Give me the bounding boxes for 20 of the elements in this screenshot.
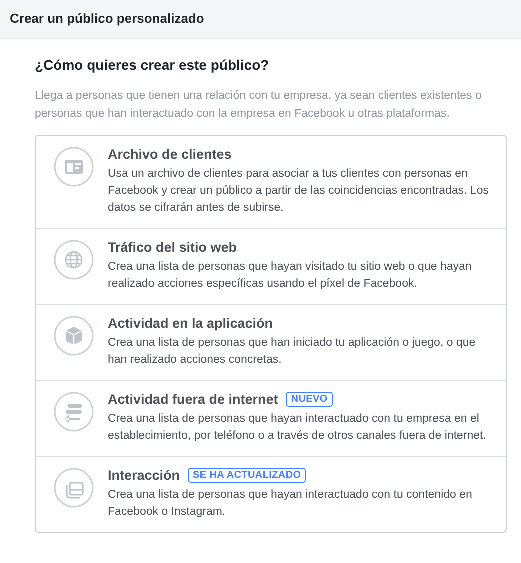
section-description: Llega a personas que tienen una relación con tu empresa, ya sean clientes existentes o personas que han interactuado con la empresa en Facebook u otras plataformas. bbox=[35, 89, 483, 122]
section-heading: ¿Cómo quieres crear este público? bbox=[35, 57, 270, 73]
card-icon bbox=[54, 147, 94, 187]
status-badge: NUEVO bbox=[286, 392, 333, 407]
status-badge: SE HA ACTUALIZADO bbox=[188, 468, 306, 483]
option-title[interactable]: Interacción bbox=[108, 468, 180, 483]
dialog-title: Crear un público personalizado bbox=[10, 11, 206, 26]
option-description: Crea una lista de personas que hayan interactuado con tu empresa en el establecimiento, por teléfono o a través de otros canales fuera de internet. bbox=[108, 412, 488, 444]
option-description: Crea una lista de personas que han iniciado tu aplicación o juego, o que han realizado acciones concretas. bbox=[108, 336, 477, 368]
option-title[interactable]: Tráfico del sitio web bbox=[108, 240, 238, 255]
option-title[interactable]: Archivo de clientes bbox=[108, 147, 232, 162]
arrows-icon bbox=[54, 392, 94, 432]
globe-icon bbox=[54, 240, 94, 280]
option-title[interactable]: Actividad en la aplicación bbox=[108, 316, 274, 331]
option-description: Crea una lista de personas que hayan visitado tu sitio web o que hayan realizado acciones específicas usando el píxel de Facebook. bbox=[108, 260, 473, 292]
cube-icon bbox=[54, 316, 94, 356]
stack-icon bbox=[54, 468, 94, 508]
option-title[interactable]: Actividad fuera de internet bbox=[108, 392, 278, 407]
option-description: Crea una lista de personas que hayan interactuado con tu contenido en Facebook o Instagram. bbox=[108, 488, 474, 520]
option-description: Usa un archivo de clientes para asociar a tus clientes con personas en Facebook y crear un público a partir de las coincidencias encontradas. Los datos se cifrarán antes de subirse. bbox=[108, 167, 490, 216]
